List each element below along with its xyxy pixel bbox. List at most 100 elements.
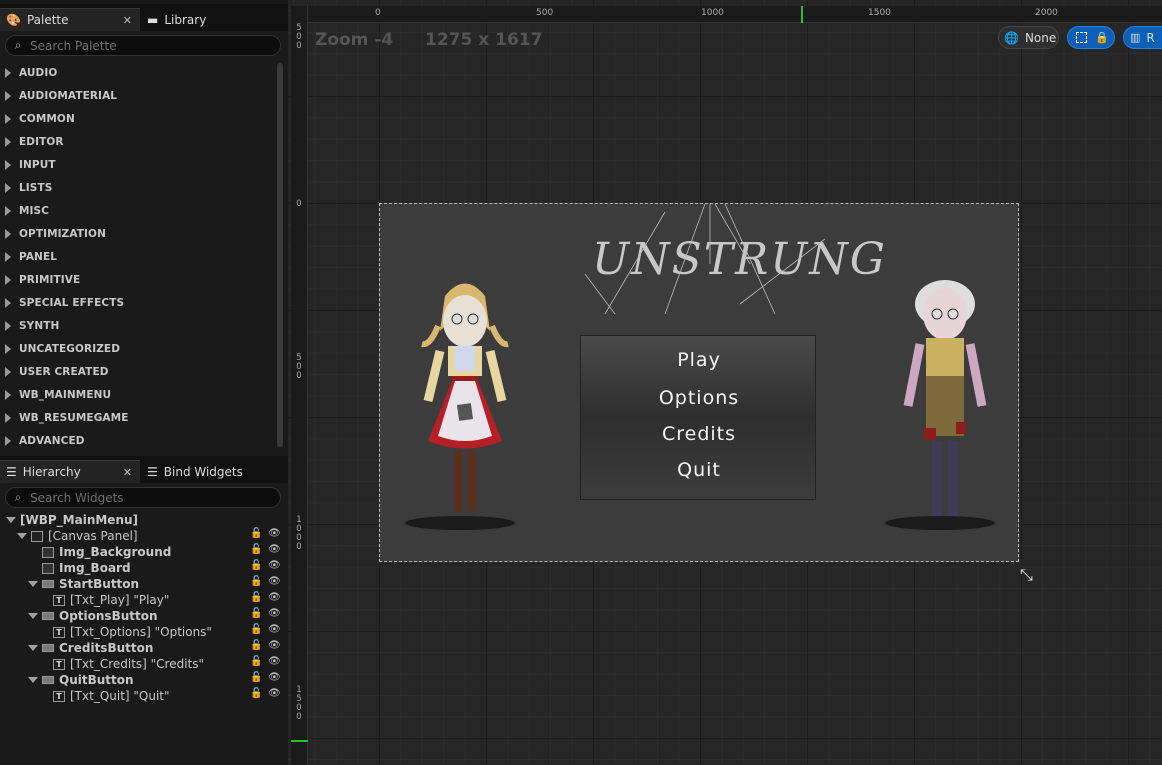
hierarchy-row[interactable]: CreditsButton 🔓 👁 — [0, 640, 286, 656]
expand-arrow-icon — [5, 90, 11, 101]
list-icon: ☰ — [6, 465, 17, 479]
expand-caret-icon[interactable] — [6, 517, 16, 523]
palette-category[interactable]: COMMON — [0, 107, 276, 130]
palette-category[interactable]: LISTS — [0, 176, 276, 199]
visibility-eye-icon[interactable]: 👁 — [268, 656, 281, 667]
palette-category[interactable]: AUDIOMATERIAL — [0, 84, 276, 107]
unlock-icon[interactable]: 🔓 — [250, 608, 262, 619]
expand-caret-icon[interactable] — [28, 613, 38, 619]
hierarchy-label: Img_Background — [59, 545, 172, 559]
palette-scrollbar[interactable] — [277, 63, 283, 447]
widget-canvas[interactable]: UNSTRUNG Play Options Credits Quit — [379, 203, 1019, 562]
hierarchy-row[interactable]: OptionsButton 🔓 👁 — [0, 608, 286, 624]
hierarchy-row[interactable]: T [Txt_Quit] "Quit" 🔓 👁 — [0, 688, 286, 704]
hierarchy-row[interactable]: T [Txt_Options] "Options" 🔓 👁 — [0, 624, 286, 640]
unlock-icon[interactable]: 🔓 — [250, 576, 262, 587]
hierarchy-label: [Txt_Options] "Options" — [70, 625, 212, 639]
left-ruler: 5 0 0 0 5 0 0 1 0 0 0 1 5 0 0 — [291, 6, 308, 765]
visibility-eye-icon[interactable]: 👁 — [268, 688, 281, 699]
visibility-eye-icon[interactable]: 👁 — [268, 544, 281, 555]
expand-caret-icon[interactable] — [28, 581, 38, 587]
unlock-icon[interactable]: 🔓 — [250, 528, 262, 539]
unlock-icon[interactable]: 🔓 — [250, 640, 262, 651]
tab-library[interactable]: ▬ Library — [141, 8, 281, 31]
palette-category[interactable]: SYNTH — [0, 314, 276, 337]
credits-button[interactable]: Credits — [581, 423, 817, 445]
expand-arrow-icon — [5, 228, 11, 239]
visibility-eye-icon[interactable]: 👁 — [268, 608, 281, 619]
palette-icon: 🎨 — [6, 13, 21, 27]
tab-hierarchy[interactable]: ☰ Hierarchy ✕ — [0, 460, 140, 483]
unlock-icon[interactable]: 🔓 — [250, 624, 262, 635]
palette-category[interactable]: PRIMITIVE — [0, 268, 276, 291]
text-icon: T — [53, 594, 65, 606]
expand-arrow-icon — [5, 435, 11, 446]
tab-palette[interactable]: 🎨 Palette ✕ — [0, 8, 140, 31]
palette-category[interactable]: WB_RESUMEGAME — [0, 406, 276, 429]
palette-search[interactable]: ⌕ — [5, 35, 281, 56]
expand-caret-icon[interactable] — [28, 677, 38, 683]
hierarchy-row[interactable]: [Canvas Panel] 🔓 👁 — [0, 528, 286, 544]
play-button[interactable]: Play — [581, 349, 817, 371]
palette-category[interactable]: AUDIO — [0, 61, 276, 84]
globe-icon: 🌐 — [1004, 30, 1019, 45]
palette-category[interactable]: USER CREATED — [0, 360, 276, 383]
visibility-eye-icon[interactable]: 👁 — [268, 640, 281, 651]
unlock-icon[interactable]: 🔓 — [250, 688, 262, 699]
palette-category-label: ADVANCED — [19, 434, 85, 447]
button-icon — [42, 612, 54, 620]
visibility-eye-icon[interactable]: 👁 — [268, 624, 281, 635]
unlock-icon[interactable]: 🔓 — [250, 672, 262, 683]
selection-icon — [1076, 32, 1087, 43]
palette-category[interactable]: OPTIMIZATION — [0, 222, 276, 245]
expand-caret-icon[interactable] — [28, 645, 38, 651]
top-ruler: 0 500 1000 1500 2000 — [308, 6, 1162, 23]
lock-toggle[interactable]: 🔒 — [1067, 26, 1115, 49]
palette-category[interactable]: SPECIAL EFFECTS — [0, 291, 276, 314]
hierarchy-row[interactable]: T [Txt_Play] "Play" 🔓 👁 — [0, 592, 286, 608]
palette-category[interactable]: UNCATEGORIZED — [0, 337, 276, 360]
hierarchy-row[interactable]: Img_Board 🔓 👁 — [0, 560, 286, 576]
unlock-icon[interactable]: 🔓 — [250, 656, 262, 667]
visibility-eye-icon[interactable]: 👁 — [268, 560, 281, 571]
palette-category[interactable]: MISC — [0, 199, 276, 222]
hierarchy-row[interactable]: QuitButton 🔓 👁 — [0, 672, 286, 688]
ruler-tick: 1 5 0 0 — [296, 685, 302, 722]
close-icon[interactable]: ✕ — [123, 466, 132, 479]
hierarchy-search-input[interactable] — [30, 490, 270, 505]
visibility-eye-icon[interactable]: 👁 — [268, 576, 281, 587]
unlock-icon[interactable]: 🔓 — [250, 560, 262, 571]
palette-category[interactable]: EDITOR — [0, 130, 276, 153]
palette-category[interactable]: ADVANCED — [0, 429, 276, 452]
hierarchy-search[interactable]: ⌕ — [5, 487, 281, 508]
hierarchy-row[interactable]: Img_Background 🔓 👁 — [0, 544, 286, 560]
world-space-button[interactable]: 🌐 None — [998, 26, 1059, 49]
hierarchy-row[interactable]: [WBP_MainMenu] — [0, 512, 286, 528]
palette-category[interactable]: PANEL — [0, 245, 276, 268]
hierarchy-row[interactable]: T [Txt_Credits] "Credits" 🔓 👁 — [0, 656, 286, 672]
resize-handle-icon[interactable]: ⤡ — [1020, 565, 1033, 585]
options-button[interactable]: Options — [581, 387, 817, 409]
visibility-eye-icon[interactable]: 👁 — [268, 672, 281, 683]
hierarchy-label: StartButton — [59, 577, 140, 591]
menu-board: Play Options Credits Quit — [580, 335, 816, 500]
palette-search-input[interactable] — [30, 38, 270, 53]
tab-bind-widgets[interactable]: ☰ Bind Widgets — [141, 460, 281, 483]
unlock-icon[interactable]: 🔓 — [250, 544, 262, 555]
hierarchy-row[interactable]: StartButton 🔓 👁 — [0, 576, 286, 592]
respect-locks-button[interactable]: ▥ R — [1123, 26, 1162, 49]
palette-category[interactable]: WB_MAINMENU — [0, 383, 276, 406]
expand-caret-icon[interactable] — [17, 533, 27, 539]
tab-hierarchy-label: Hierarchy — [22, 465, 81, 479]
palette-category[interactable]: INPUT — [0, 153, 276, 176]
close-icon[interactable]: ✕ — [123, 14, 132, 27]
quit-button[interactable]: Quit — [581, 459, 817, 481]
designer-viewport[interactable]: 0 500 1000 1500 2000 5 0 0 0 5 0 0 1 0 0… — [288, 0, 1162, 765]
hierarchy-tree: [WBP_MainMenu] [Canvas Panel] 🔓 👁 Img_Backgr… — [0, 512, 286, 704]
unlock-icon[interactable]: 🔓 — [250, 592, 262, 603]
visibility-eye-icon[interactable]: 👁 — [268, 592, 281, 603]
palette-category-label: WB_MAINMENU — [19, 388, 112, 401]
visibility-eye-icon[interactable]: 👁 — [268, 528, 281, 539]
text-icon: T — [53, 690, 65, 702]
palette-category-label: UNCATEGORIZED — [19, 342, 121, 355]
